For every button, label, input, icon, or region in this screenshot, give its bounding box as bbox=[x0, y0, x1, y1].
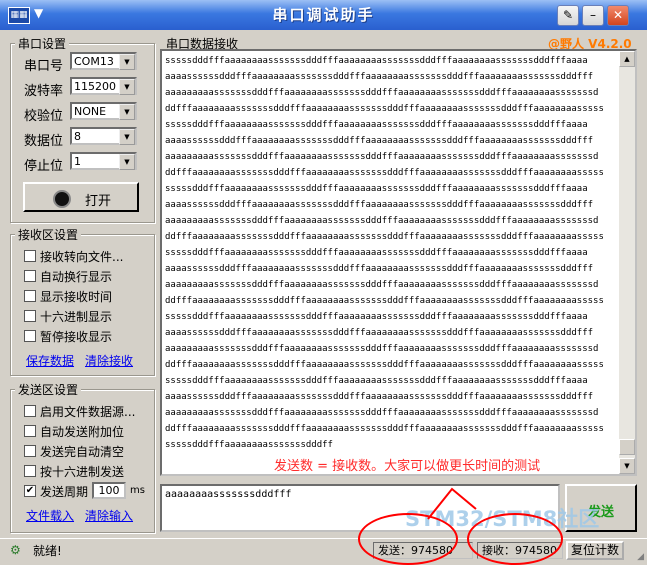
stopbits-label: 停止位 bbox=[24, 159, 64, 174]
receive-data-lines: sssssdddfffaaaaaaaasssssssdddfffaaaaaaaa… bbox=[165, 53, 617, 453]
parity-value: NONE bbox=[74, 105, 107, 118]
status-icon: ⚙ bbox=[10, 543, 21, 557]
databits-select[interactable]: 8 ▼ bbox=[70, 127, 137, 145]
sent-count: 发送：974580 bbox=[373, 542, 473, 559]
receive-line: ddfffaaaaaaaasssssssdddfffaaaaaaaassssss… bbox=[165, 296, 604, 306]
scroll-down-icon[interactable]: ▼ bbox=[619, 458, 635, 474]
parity-label: 校验位 bbox=[24, 109, 64, 124]
receive-line: aaaaaaaaasssssssdddfffaaaaaaaasssssssddd… bbox=[165, 280, 599, 290]
checkbox-receive-to-file[interactable] bbox=[24, 250, 36, 262]
send-settings-title: 发送区设置 bbox=[15, 381, 82, 398]
receive-settings-title: 接收区设置 bbox=[15, 226, 82, 243]
auto-clear-label: 发送完自动清空 bbox=[40, 445, 125, 459]
receive-textarea[interactable]: sssssdddfffaaaaaaaasssssssdddfffaaaaaaaa… bbox=[160, 49, 637, 476]
load-file-link[interactable]: 文件载入 bbox=[26, 507, 74, 524]
checkbox-file-source[interactable] bbox=[24, 405, 36, 417]
send-period-input[interactable]: 100 bbox=[92, 482, 126, 499]
window-title: 串口调试助手 bbox=[272, 6, 375, 24]
port-label: 串口号 bbox=[24, 59, 64, 74]
checkbox-auto-clear[interactable] bbox=[24, 445, 36, 457]
receive-line: sssssdddfffaaaaaaaasssssssdddfffaaaaaaaa… bbox=[165, 56, 588, 66]
receive-to-file-label: 接收转向文件... bbox=[40, 250, 124, 264]
checkbox-hex-display[interactable] bbox=[24, 310, 36, 322]
chevron-down-icon[interactable]: ▼ bbox=[119, 154, 135, 170]
checkbox-append-bits[interactable] bbox=[24, 425, 36, 437]
status-bar: ⚙ 就绪! 发送：974580 接收：974580 复位计数 ◢ bbox=[0, 538, 647, 563]
baud-value: 115200 bbox=[74, 80, 116, 93]
baud-select[interactable]: 115200 ▼ bbox=[70, 77, 137, 95]
receive-line: aaaaaaaaasssssssdddfffaaaaaaaasssssssddd… bbox=[165, 408, 599, 418]
checkbox-auto-wrap[interactable] bbox=[24, 270, 36, 282]
chevron-down-icon[interactable]: ▼ bbox=[119, 79, 135, 95]
check-mark-icon: ✔ bbox=[25, 485, 35, 496]
received-count: 接收：974580 bbox=[477, 542, 563, 559]
save-data-link[interactable]: 保存数据 bbox=[26, 352, 74, 369]
port-status-icon bbox=[53, 190, 71, 208]
checkbox-hex-send[interactable] bbox=[24, 465, 36, 477]
minimize-button[interactable]: – bbox=[582, 5, 604, 26]
title-bar[interactable]: ▦▦ ▼ 串口调试助手 ✎ – ✕ bbox=[0, 0, 647, 30]
receive-line: ddfffaaaaaaaasssssssdddfffaaaaaaaassssss… bbox=[165, 424, 604, 434]
receive-line: aaaaaaaaasssssssdddfffaaaaaaaasssssssddd… bbox=[165, 344, 599, 354]
send-period-unit: ms bbox=[130, 485, 145, 496]
port-select[interactable]: COM13 ▼ bbox=[70, 52, 137, 70]
receive-line: aaaassssssdddfffaaaaaaaasssssssdddfffaaa… bbox=[165, 72, 594, 82]
scroll-thumb[interactable] bbox=[619, 439, 635, 455]
hex-display-label: 十六进制显示 bbox=[40, 310, 113, 324]
send-period-label: 发送周期 bbox=[40, 485, 89, 499]
parity-select[interactable]: NONE ▼ bbox=[70, 102, 137, 120]
reset-count-button[interactable]: 复位计数 bbox=[566, 541, 624, 560]
receive-line: ddfffaaaaaaaasssssssdddfffaaaaaaaassssss… bbox=[165, 104, 604, 114]
receive-line: ddfffaaaaaaaasssssssdddfffaaaaaaaassssss… bbox=[165, 360, 604, 370]
file-source-label: 启用文件数据源... bbox=[40, 405, 136, 419]
receive-line: sssssdddfffaaaaaaaasssssssdddfffaaaaaaaa… bbox=[165, 184, 588, 194]
databits-value: 8 bbox=[74, 130, 81, 143]
scroll-up-icon[interactable]: ▲ bbox=[619, 51, 635, 67]
chevron-down-icon[interactable]: ▼ bbox=[119, 129, 135, 145]
receive-line: aaaassssssdddfffaaaaaaaasssssssdddfffaaa… bbox=[165, 264, 594, 274]
send-text: aaaaaaaasssssssdddfff bbox=[165, 489, 292, 500]
receive-line: aaaassssssdddfffaaaaaaaasssssssdddfffaaa… bbox=[165, 136, 594, 146]
show-time-label: 显示接收时间 bbox=[40, 290, 113, 304]
receive-line: sssssdddfffaaaaaaaasssssssdddfffaaaaaaaa… bbox=[165, 376, 588, 386]
receive-line: sssssdddfffaaaaaaaasssssssdddfffaaaaaaaa… bbox=[165, 312, 588, 322]
port-value: COM13 bbox=[74, 55, 114, 68]
resize-grip-icon[interactable]: ◢ bbox=[637, 552, 644, 562]
receive-line: ddfffaaaaaaaasssssssdddfffaaaaaaaassssss… bbox=[165, 232, 604, 242]
chevron-down-icon[interactable]: ▼ bbox=[119, 54, 135, 70]
hex-send-label: 按十六进制发送 bbox=[40, 465, 125, 479]
close-button[interactable]: ✕ bbox=[607, 5, 629, 26]
pause-display-label: 暂停接收显示 bbox=[40, 330, 113, 344]
status-ready: 就绪! bbox=[33, 544, 62, 558]
receive-line: aaaassssssdddfffaaaaaaaasssssssdddfffaaa… bbox=[165, 328, 594, 338]
stopbits-select[interactable]: 1 ▼ bbox=[70, 152, 137, 170]
receive-scrollbar[interactable]: ▲ ▼ bbox=[619, 51, 635, 474]
open-port-button[interactable]: 打开 bbox=[23, 182, 139, 212]
open-port-label: 打开 bbox=[85, 194, 112, 209]
receive-line: aaaaaaaaasssssssdddfffaaaaaaaasssssssddd… bbox=[165, 88, 599, 98]
baud-label: 波特率 bbox=[24, 84, 64, 99]
serial-settings-title: 串口设置 bbox=[15, 35, 70, 52]
receive-line: aaaassssssdddfffaaaaaaaasssssssdddfffaaa… bbox=[165, 392, 594, 402]
receive-line: ddfffaaaaaaaasssssssdddfffaaaaaaaassssss… bbox=[165, 168, 604, 178]
receive-line: aaaaaaaaasssssssdddfffaaaaaaaasssssssddd… bbox=[165, 152, 599, 162]
receive-line: sssssdddfffaaaaaaaasssssssdddfffaaaaaaaa… bbox=[165, 248, 588, 258]
annotation-arrow-icon bbox=[427, 487, 477, 520]
databits-label: 数据位 bbox=[24, 134, 64, 149]
clear-receive-link[interactable]: 清除接收 bbox=[85, 352, 133, 369]
receive-line: aaaaaaaaasssssssdddfffaaaaaaaasssssssddd… bbox=[165, 216, 599, 226]
auto-wrap-label: 自动换行显示 bbox=[40, 270, 113, 284]
checkbox-pause-display[interactable] bbox=[24, 330, 36, 342]
clear-input-link[interactable]: 清除输入 bbox=[85, 507, 133, 524]
annotation-note: 发送数 = 接收数。大家可以做更长时间的测试 bbox=[274, 459, 541, 474]
pin-icon[interactable]: ✎ bbox=[557, 5, 579, 26]
checkbox-send-period[interactable]: ✔ bbox=[24, 485, 36, 497]
stopbits-value: 1 bbox=[74, 155, 81, 168]
receive-line: sssssdddfffaaaaaaaasssssssdddfffaaaaaaaa… bbox=[165, 120, 588, 130]
checkbox-show-time[interactable] bbox=[24, 290, 36, 302]
append-bits-label: 自动发送附加位 bbox=[40, 425, 125, 439]
chevron-down-icon[interactable]: ▼ bbox=[119, 104, 135, 120]
receive-line: aaaassssssdddfffaaaaaaaasssssssdddfffaaa… bbox=[165, 200, 594, 210]
receive-line: sssssdddfffaaaaaaaasssssssdddff bbox=[165, 440, 333, 450]
